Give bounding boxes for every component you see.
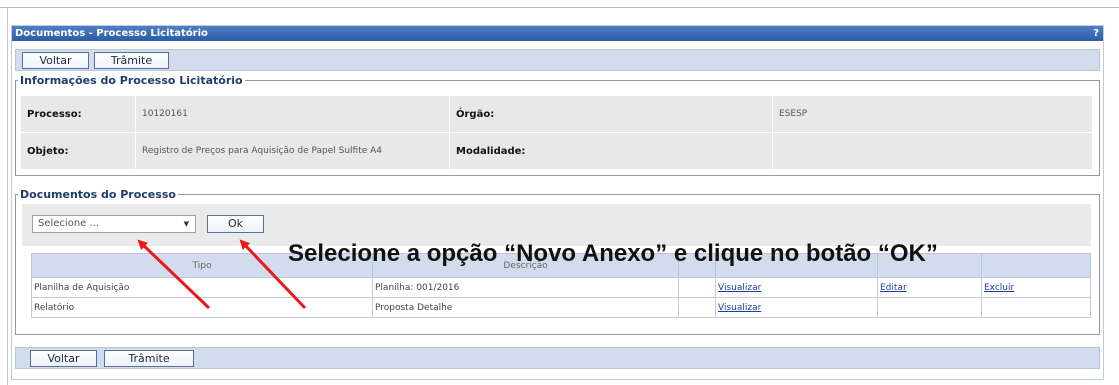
row-visualizar-cell: Visualizar — [715, 297, 878, 318]
modalidade-label: Modalidade: — [449, 132, 773, 170]
row-descricao: Proposta Detalhe — [372, 297, 679, 318]
bottom-toolbar: Voltar Trâmite — [15, 347, 1100, 369]
objeto-value: Registro de Preços para Aquisição de Pap… — [135, 132, 450, 170]
ok-button[interactable]: Ok — [207, 215, 264, 233]
orgao-value: ESESP — [772, 95, 1093, 133]
process-info-table: Processo: 10120161 Órgão: ESESP Objeto: … — [20, 95, 1093, 170]
row-excluir-cell: Excluir — [981, 277, 1091, 298]
table-row: Planilha de Aquisição Planilha: 001/2016… — [31, 277, 1091, 298]
back-button[interactable]: Voltar — [30, 350, 97, 367]
processo-value: 10120161 — [135, 95, 450, 133]
row-editar-cell — [877, 297, 982, 318]
row-tipo: Planilha de Aquisição — [31, 277, 373, 298]
document-type-select[interactable]: Selecione ... ▼ — [32, 215, 196, 233]
process-info-legend: Informações do Processo Licitatório — [20, 74, 243, 87]
instruction-annotation: Selecione a opção “Novo Anexo” e clique … — [288, 240, 938, 267]
row-blank — [678, 297, 716, 318]
left-frame-line — [7, 8, 8, 385]
visualizar-link[interactable]: Visualizar — [718, 303, 761, 313]
top-toolbar: Voltar Trâmite — [15, 49, 1100, 71]
row-editar-cell: Editar — [877, 277, 982, 298]
back-button[interactable]: Voltar — [22, 52, 89, 69]
row-blank — [678, 277, 716, 298]
window-titlebar: Documentos - Processo Licitatório ? — [12, 26, 1103, 41]
row-tipo: Relatório — [31, 297, 373, 318]
excluir-link[interactable]: Excluir — [984, 283, 1014, 293]
row-descricao: Planilha: 001/2016 — [372, 277, 679, 298]
objeto-label: Objeto: — [20, 132, 136, 170]
visualizar-link[interactable]: Visualizar — [718, 283, 761, 293]
process-docs-legend: Documentos do Processo — [20, 188, 176, 201]
table-row: Relatório Proposta Detalhe Visualizar — [31, 297, 1091, 318]
processo-label: Processo: — [20, 95, 136, 133]
row-excluir-cell — [981, 297, 1091, 318]
dropdown-arrow-icon: ▼ — [183, 220, 189, 228]
help-icon[interactable]: ? — [1093, 26, 1099, 41]
top-border-line — [0, 7, 1119, 8]
orgao-label: Órgão: — [449, 95, 773, 133]
tramite-button[interactable]: Trâmite — [104, 350, 194, 367]
select-value: Selecione ... — [38, 218, 100, 229]
modalidade-value — [772, 132, 1093, 170]
editar-link[interactable]: Editar — [880, 283, 907, 293]
window-title: Documentos - Processo Licitatório — [15, 28, 208, 39]
tramite-button[interactable]: Trâmite — [94, 52, 169, 69]
row-visualizar-cell: Visualizar — [715, 277, 878, 298]
